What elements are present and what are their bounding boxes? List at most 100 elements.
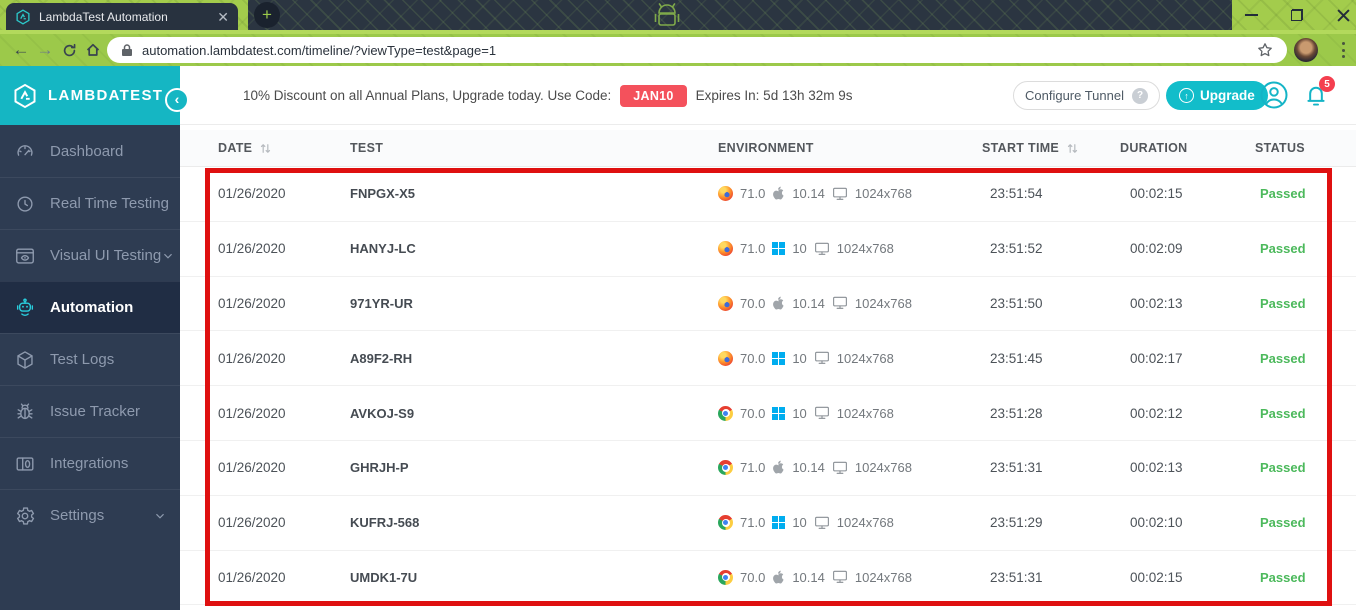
- firefox-icon: [718, 186, 733, 202]
- test-name[interactable]: AVKOJ-S9: [350, 406, 718, 421]
- url-text: automation.lambdatest.com/timeline/?view…: [142, 42, 497, 58]
- table-row[interactable]: 01/26/2020 FNPGX-X5 71.0 10.14 1024x768 23:51…: [180, 167, 1356, 222]
- issue-tracker-icon: [13, 400, 37, 424]
- os-version: 10.14: [792, 460, 825, 476]
- bookmark-star-icon[interactable]: [1257, 42, 1273, 58]
- column-header-status: STATUS: [1255, 141, 1305, 155]
- test-name[interactable]: 971YR-UR: [350, 296, 718, 311]
- windows-icon: [772, 406, 786, 420]
- android-robot-icon: [654, 2, 680, 26]
- browser-theme-circuit-panel: [248, 0, 1232, 30]
- status-badge: Passed: [1260, 515, 1306, 531]
- table-row[interactable]: 01/26/2020 A89F2-RH 70.0 10 1024x768 23:51:45…: [180, 331, 1356, 387]
- home-icon[interactable]: [82, 40, 104, 60]
- sidebar-item-real-time-testing[interactable]: Real Time Testing: [0, 177, 180, 229]
- test-name[interactable]: HANYJ-LC: [350, 241, 718, 256]
- sidebar-item-issue-tracker[interactable]: Issue Tracker: [0, 385, 180, 437]
- test-environment: 71.0 10.14 1024x768: [718, 186, 982, 202]
- notifications-bell-icon[interactable]: 5: [1302, 76, 1335, 109]
- table-row[interactable]: 01/26/2020 UMDK1-7U 70.0 10.14 1024x768 23:51…: [180, 550, 1356, 606]
- test-environment: 70.0 10 1024x768: [718, 350, 982, 366]
- start-time: 23:51:52: [990, 241, 1043, 257]
- test-name[interactable]: FNPGX-X5: [350, 186, 718, 201]
- chevron-down-icon: [152, 509, 168, 523]
- window-close-button[interactable]: [1332, 5, 1354, 25]
- sidebar-collapse-button[interactable]: ‹: [165, 88, 189, 112]
- sidebar-item-dashboard[interactable]: Dashboard: [0, 125, 180, 177]
- duration: 00:02:12: [1130, 405, 1183, 421]
- lambdatest-hexagon-icon: [14, 83, 36, 108]
- upgrade-button[interactable]: ↑ Upgrade: [1166, 81, 1268, 110]
- configure-tunnel-button[interactable]: Configure Tunnel ?: [1013, 81, 1160, 110]
- lambdatest-logo[interactable]: LAMBDATEST: [0, 66, 180, 125]
- sidebar-item-label: Issue Tracker: [50, 403, 141, 420]
- table-row[interactable]: 01/26/2020 971YR-UR 70.0 10.14 1024x768 23:51…: [180, 276, 1356, 332]
- duration: 00:02:13: [1130, 295, 1183, 311]
- sidebar-item-label: Test Logs: [50, 351, 115, 368]
- window-restore-button[interactable]: [1286, 5, 1308, 25]
- monitor-icon: [814, 406, 830, 420]
- test-environment: 70.0 10.14 1024x768: [718, 295, 982, 311]
- user-account-icon[interactable]: [1259, 80, 1289, 110]
- os-version: 10: [792, 405, 807, 421]
- monitor-icon: [832, 187, 848, 201]
- table-header-row: DATE TEST ENVIRONMENT START TIME DURATION STA…: [180, 130, 1356, 167]
- firefox-icon: [718, 295, 733, 311]
- column-header-date[interactable]: DATE: [218, 141, 350, 155]
- status-badge: Passed: [1260, 569, 1306, 585]
- upgrade-label: Upgrade: [1200, 88, 1255, 103]
- sidebar-item-label: Settings: [50, 507, 105, 524]
- visual-ui-icon: [13, 244, 37, 268]
- screen-resolution: 1024x768: [854, 295, 912, 311]
- test-name[interactable]: GHRJH-P: [350, 460, 718, 475]
- test-date: 01/26/2020: [218, 405, 286, 421]
- start-time: 23:51:54: [990, 186, 1043, 202]
- start-time: 23:51:50: [990, 295, 1043, 311]
- windows-icon: [772, 351, 786, 365]
- browser-version: 70.0: [740, 405, 766, 421]
- column-header-environment: ENVIRONMENT: [718, 141, 814, 155]
- sidebar-item-automation[interactable]: Automation: [0, 281, 180, 333]
- browser-menu-icon[interactable]: [1338, 40, 1348, 60]
- table-row[interactable]: 01/26/2020 HANYJ-LC 71.0 10 1024x768 23:51:52…: [180, 221, 1356, 277]
- browser-profile-avatar[interactable]: [1294, 38, 1318, 62]
- table-row[interactable]: 01/26/2020 GHRJH-P 71.0 10.14 1024x768 23:51:…: [180, 440, 1356, 496]
- column-header-duration: DURATION: [1120, 141, 1188, 155]
- test-name[interactable]: A89F2-RH: [350, 351, 718, 366]
- back-icon[interactable]: ←: [10, 40, 32, 60]
- new-tab-button[interactable]: +: [254, 2, 280, 28]
- sidebar-item-settings[interactable]: Settings: [0, 489, 180, 541]
- real-time-icon: [13, 192, 37, 216]
- test-date: 01/26/2020: [218, 460, 286, 476]
- monitor-icon: [832, 296, 848, 310]
- test-name[interactable]: UMDK1-7U: [350, 570, 718, 585]
- start-time: 23:51:28: [990, 405, 1043, 421]
- help-icon[interactable]: ?: [1132, 87, 1148, 104]
- sidebar-item-label: Visual UI Testing: [50, 247, 162, 264]
- sidebar-item-integrations[interactable]: Integrations: [0, 437, 180, 489]
- table-row[interactable]: 01/26/2020 AVKOJ-S9 70.0 10 1024x768 23:51:28…: [180, 386, 1356, 441]
- os-version: 10: [792, 241, 807, 257]
- status-badge: Passed: [1260, 295, 1306, 311]
- test-name[interactable]: KUFRJ-568: [350, 515, 718, 530]
- integrations-icon: [13, 452, 37, 476]
- window-minimize-button[interactable]: [1240, 5, 1262, 25]
- url-bar[interactable]: automation.lambdatest.com/timeline/?view…: [107, 37, 1287, 63]
- test-environment: 71.0 10 1024x768: [718, 515, 982, 531]
- browser-version: 70.0: [740, 569, 766, 585]
- windows-icon: [772, 516, 786, 530]
- brand-name: LAMBDATEST: [48, 87, 164, 104]
- browser-version: 71.0: [740, 186, 766, 202]
- browser-tab[interactable]: LambdaTest Automation ✕: [6, 3, 238, 30]
- duration: 00:02:15: [1130, 569, 1183, 585]
- sidebar-item-test-logs[interactable]: Test Logs: [0, 333, 180, 385]
- table-row[interactable]: 01/26/2020 KUFRJ-568 71.0 10 1024x768 23:51:2…: [180, 495, 1356, 551]
- forward-icon[interactable]: →: [34, 40, 56, 60]
- test-date: 01/26/2020: [218, 186, 286, 202]
- sidebar-item-visual-ui-testing[interactable]: Visual UI Testing: [0, 229, 180, 281]
- configure-tunnel-label: Configure Tunnel: [1024, 88, 1124, 103]
- tab-close-icon[interactable]: ✕: [217, 10, 229, 24]
- column-header-start-time[interactable]: START TIME: [982, 141, 1120, 155]
- test-environment: 70.0 10.14 1024x768: [718, 569, 982, 585]
- reload-icon[interactable]: [58, 40, 80, 60]
